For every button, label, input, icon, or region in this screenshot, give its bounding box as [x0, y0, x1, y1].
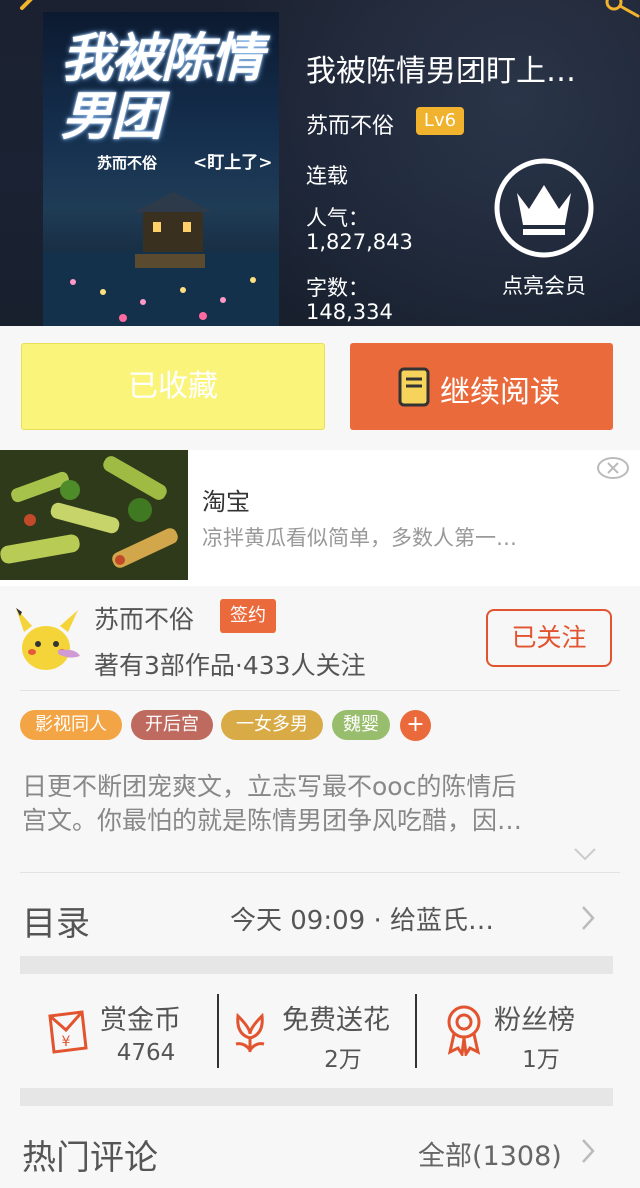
red-envelope-icon[interactable]: ¥: [44, 1008, 92, 1056]
avatar[interactable]: [10, 604, 82, 676]
toc-latest-chapter[interactable]: 今天 09:09 · 给蓝氏…: [230, 900, 550, 937]
divider: [217, 994, 219, 1068]
cover-subtitle: <盯上了>: [193, 153, 273, 173]
cover-author: 苏而不俗: [97, 154, 158, 172]
book-intro[interactable]: 日更不断团宠爽文，立志写最不ooc的陈情后 宫文。你最怕的就是陈情男团争风吃醋，…: [22, 770, 622, 840]
flower-label[interactable]: 免费送花: [282, 998, 390, 1037]
cover-title: 我被陈情男团: [61, 28, 263, 147]
reward-value: 4764: [116, 1040, 176, 1066]
fans-label[interactable]: 粉丝榜: [494, 998, 575, 1037]
author-stats: 著有3部作品·433人关注: [94, 651, 366, 680]
level-badge: Lv6: [416, 107, 464, 135]
popularity-value: 1,827,843: [306, 230, 413, 254]
chevron-down-icon[interactable]: [573, 846, 597, 862]
status-text: 连载: [306, 164, 348, 188]
section-separator: [20, 956, 613, 974]
continue-reading-button[interactable]: 继续阅读: [350, 343, 613, 430]
close-icon[interactable]: [596, 456, 630, 480]
intro-line: 宫文。你最怕的就是陈情男团争风吃醋，因…: [22, 806, 523, 835]
fans-value: 1万: [522, 1047, 560, 1073]
medal-icon[interactable]: [444, 1004, 484, 1056]
intro-line: 日更不断团宠爽文，立志写最不ooc的陈情后: [22, 772, 517, 801]
favorited-button[interactable]: 已收藏: [21, 343, 325, 430]
crown-icon[interactable]: [493, 157, 595, 259]
divider: [20, 872, 620, 873]
author-name[interactable]: 苏而不俗: [306, 108, 394, 140]
tag-item[interactable]: 一女多男: [221, 710, 323, 740]
ad-description[interactable]: 凉拌黄瓜看似简单，多数人第一…: [202, 522, 582, 552]
chevron-right-icon[interactable]: [580, 905, 596, 931]
follow-button[interactable]: 已关注: [486, 609, 612, 667]
reward-label[interactable]: 赏金币: [100, 998, 181, 1037]
chevron-right-icon[interactable]: [580, 1138, 596, 1164]
cover-scene-image: [43, 192, 279, 326]
book-title: 我被陈情男团盯上…: [306, 54, 576, 89]
divider: [415, 994, 417, 1068]
svg-text:¥: ¥: [62, 1034, 71, 1050]
signed-badge: 签约: [220, 599, 276, 633]
section-separator: [20, 1088, 613, 1106]
book-cover[interactable]: 我被陈情男团 苏而不俗 <盯上了>: [43, 12, 279, 326]
flower-icon[interactable]: [230, 1010, 270, 1054]
continue-reading-label: 继续阅读: [440, 375, 560, 410]
all-comments-link[interactable]: 全部(1308): [418, 1134, 562, 1173]
ad-image[interactable]: [0, 450, 188, 580]
wordcount-value: 148,334: [306, 300, 393, 324]
ad-title[interactable]: 淘宝: [202, 482, 250, 517]
toc-title[interactable]: 目录: [22, 896, 90, 945]
tag-item[interactable]: 影视同人: [20, 710, 122, 740]
wordcount-label: 字数：: [306, 276, 369, 300]
popularity-label: 人气：: [306, 206, 369, 230]
hot-comments-title: 热门评论: [22, 1138, 158, 1178]
book-icon: [398, 367, 430, 407]
back-chevron-icon[interactable]: [12, 0, 42, 24]
tag-item[interactable]: 开后宫: [131, 710, 213, 740]
flower-value: 2万: [324, 1047, 362, 1073]
author-profile-name[interactable]: 苏而不俗: [94, 600, 194, 636]
share-icon[interactable]: [604, 0, 640, 24]
divider: [20, 690, 620, 691]
vip-label[interactable]: 点亮会员: [494, 270, 594, 300]
tag-more-button[interactable]: +: [400, 710, 431, 741]
tag-item[interactable]: 魏婴: [332, 710, 390, 740]
